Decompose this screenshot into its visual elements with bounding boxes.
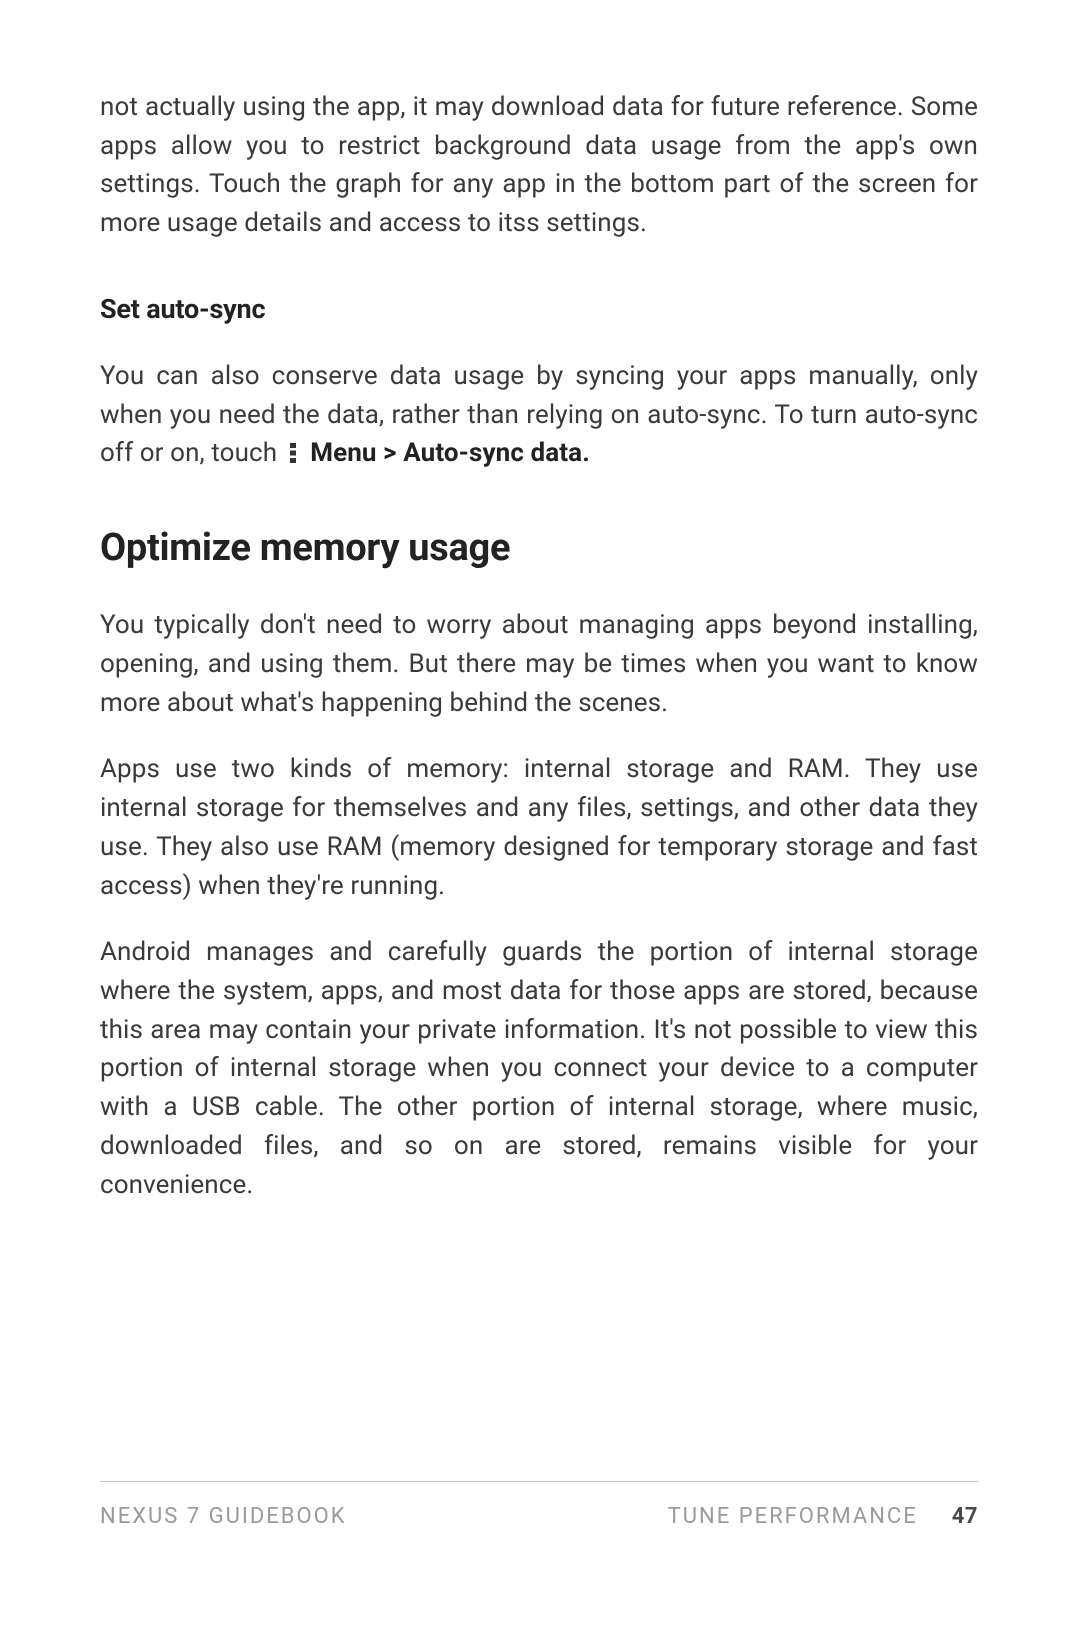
optimize-memory-heading: Optimize memory usage [100,526,978,570]
footer-row: NEXUS 7 GUIDEBOOK TUNE PERFORMANCE 47 [100,1504,978,1529]
footer-divider [100,1481,978,1482]
optimize-paragraph-2: Apps use two kinds of memory: internal s… [100,750,978,905]
auto-sync-paragraph: You can also conserve data usage by sync… [100,357,978,476]
footer-section-title: TUNE PERFORMANCE [668,1504,918,1529]
page-footer: NEXUS 7 GUIDEBOOK TUNE PERFORMANCE 47 [100,1481,978,1529]
footer-book-title: NEXUS 7 GUIDEBOOK [100,1504,347,1529]
optimize-paragraph-3: Android manages and carefully guards the… [100,933,978,1204]
footer-page-number: 47 [952,1504,978,1529]
intro-continuation-paragraph: not actually using the app, it may downl… [100,88,978,243]
menu-overflow-icon [288,437,298,476]
page-content: not actually using the app, it may downl… [0,0,1080,1204]
optimize-paragraph-1: You typically don't need to worry about … [100,606,978,722]
auto-sync-menu-path: Menu > Auto-sync data. [310,438,590,468]
set-auto-sync-heading: Set auto-sync [100,293,978,325]
footer-right-group: TUNE PERFORMANCE 47 [668,1504,978,1529]
